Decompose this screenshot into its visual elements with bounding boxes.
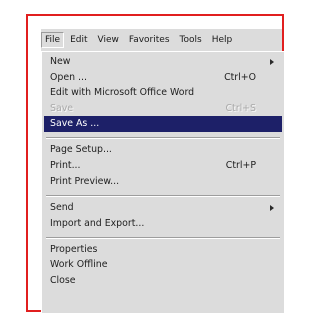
menu-separator bbox=[46, 137, 280, 139]
menu-item-import-export-label: Import and Export... bbox=[50, 218, 145, 229]
menu-item-new[interactable]: New bbox=[50, 54, 278, 70]
menu-item-work-offline[interactable]: Work Offline bbox=[50, 257, 278, 273]
menu-item-import-export[interactable]: Import and Export... bbox=[50, 216, 278, 232]
menu-item-open-shortcut: Ctrl+O bbox=[224, 72, 256, 83]
menu-item-open-label: Open ... bbox=[50, 72, 87, 83]
menu-item-edit-with-word[interactable]: Edit with Microsoft Office Word bbox=[50, 85, 278, 101]
menu-item-open[interactable]: Open ... Ctrl+O bbox=[50, 70, 278, 86]
menu-item-new-label: New bbox=[50, 56, 71, 67]
file-menu-dropdown: New Open ... Ctrl+O Edit with Microsoft … bbox=[41, 51, 284, 313]
highlight-frame: File Edit View Favorites Tools Help New … bbox=[26, 14, 284, 313]
menubar-favorites[interactable]: Favorites bbox=[125, 33, 174, 47]
menubar-view[interactable]: View bbox=[94, 33, 123, 47]
menu-item-save: Save Ctrl+S bbox=[50, 101, 278, 117]
menu-item-close-label: Close bbox=[50, 275, 76, 286]
menu-item-print-preview[interactable]: Print Preview... bbox=[50, 174, 278, 190]
menu-item-print-label: Print... bbox=[50, 160, 81, 171]
menu-item-properties[interactable]: Properties bbox=[50, 242, 278, 258]
menu-item-work-offline-label: Work Offline bbox=[50, 259, 108, 270]
menu-separator bbox=[46, 237, 280, 239]
menu-item-save-label: Save bbox=[50, 103, 74, 114]
menu-item-print-preview-label: Print Preview... bbox=[50, 176, 120, 187]
menubar-edit[interactable]: Edit bbox=[66, 33, 91, 47]
menu-item-page-setup[interactable]: Page Setup... bbox=[50, 142, 278, 158]
menu-item-send-label: Send bbox=[50, 202, 74, 213]
menubar-help[interactable]: Help bbox=[208, 33, 237, 47]
menubar-file[interactable]: File bbox=[41, 32, 65, 48]
menu-item-close[interactable]: Close bbox=[50, 273, 278, 289]
menu-bar: File Edit View Favorites Tools Help bbox=[41, 29, 282, 51]
menu-item-save-shortcut: Ctrl+S bbox=[225, 103, 257, 114]
menu-separator bbox=[46, 195, 280, 197]
menu-item-print[interactable]: Print... Ctrl+P bbox=[50, 158, 278, 174]
submenu-arrow-icon bbox=[270, 59, 274, 65]
menu-item-send[interactable]: Send bbox=[50, 200, 278, 216]
submenu-arrow-icon bbox=[270, 205, 274, 211]
menubar-tools[interactable]: Tools bbox=[176, 33, 206, 47]
menu-item-page-setup-label: Page Setup... bbox=[50, 144, 112, 155]
menu-item-edit-with-word-label: Edit with Microsoft Office Word bbox=[50, 87, 195, 98]
menu-item-save-as-label: Save As ... bbox=[50, 118, 100, 129]
menu-item-print-shortcut: Ctrl+P bbox=[225, 160, 256, 171]
menu-item-save-as[interactable]: Save As ... bbox=[44, 116, 282, 132]
menu-item-properties-label: Properties bbox=[50, 244, 98, 255]
